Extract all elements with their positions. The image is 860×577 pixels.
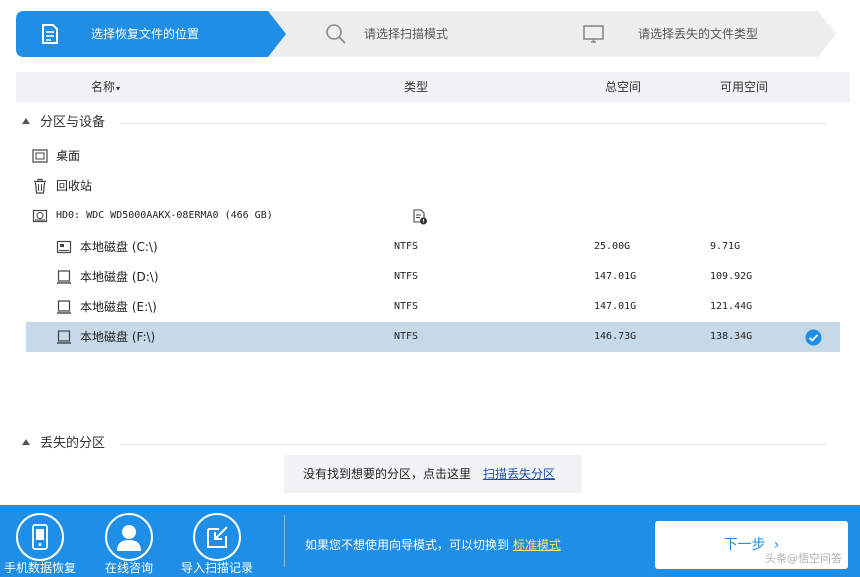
import-scan-record-button[interactable]: 导入扫描记录 <box>177 505 257 577</box>
next-label-text: 下一步 <box>723 537 766 553</box>
column-free[interactable]: 可用空间 <box>720 72 768 102</box>
section-title: 分区与设备 <box>40 115 106 130</box>
phone-icon-circle <box>16 513 64 561</box>
user-icon-circle <box>105 513 153 561</box>
step-2: 请选择扫描模式 <box>268 11 566 57</box>
button-label: 在线咨询 <box>104 561 153 575</box>
column-name[interactable]: 名称▾ <box>91 72 120 104</box>
sort-arrow-icon: ▾ <box>116 84 121 93</box>
recycle-bin-icon <box>34 178 46 194</box>
system-drive-icon <box>56 240 72 254</box>
partitions-section-header[interactable]: 分区与设备 <box>22 114 826 132</box>
collapse-triangle-icon <box>22 439 30 445</box>
bottom-divider <box>284 515 285 567</box>
drive-icon <box>57 330 71 344</box>
drive-type: NTFS <box>394 331 419 342</box>
drive-name: 本地磁盘 (F:\) <box>80 330 156 344</box>
table-header: 名称▾ 类型 总空间 可用空间 <box>16 72 850 102</box>
drive-type: NTFS <box>394 301 419 312</box>
table-row-drive-f-selected[interactable]: 本地磁盘 (F:\) NTFS 146.73G 138.34G <box>26 322 840 352</box>
user-icon <box>117 525 141 551</box>
column-name-label: 名称 <box>91 80 116 94</box>
import-icon <box>207 526 228 548</box>
drive-type: NTFS <box>394 241 419 252</box>
hint-text: 如果您不想使用向导模式，可以切换到 <box>305 538 510 552</box>
table-row-drive-d[interactable]: 本地磁盘 (D:\) NTFS 147.01G 109.92G <box>26 262 840 292</box>
phone-icon <box>32 524 48 550</box>
item-label: 回收站 <box>56 179 93 193</box>
wizard-stepper: 选择恢复文件的位置 请选择扫描模式 请选择丢失的文件类型 <box>16 11 836 57</box>
section-divider <box>120 123 826 124</box>
drive-name: 本地磁盘 (E:\) <box>80 300 157 314</box>
drive-icon <box>57 270 71 284</box>
import-icon-circle <box>193 513 241 561</box>
table-row-drive-e[interactable]: 本地磁盘 (E:\) NTFS 147.01G 121.44G <box>26 292 840 322</box>
document-icon <box>42 24 58 44</box>
desktop-icon <box>32 149 48 163</box>
button-label: 手机数据恢复 <box>3 561 76 575</box>
collapse-triangle-icon <box>22 118 30 124</box>
check-icon[interactable] <box>805 329 822 346</box>
table-row-drive-c[interactable]: 本地磁盘 (C:\) NTFS 25.00G 9.71G <box>26 232 840 262</box>
search-icon <box>326 24 346 44</box>
button-label: 导入扫描记录 <box>180 561 253 575</box>
phone-recovery-button[interactable]: 手机数据恢复 <box>0 505 80 577</box>
drive-free: 121.44G <box>710 301 753 312</box>
drive-total: 146.73G <box>594 331 637 342</box>
standard-mode-link[interactable]: 标准模式 <box>513 538 561 552</box>
step-1-label: 选择恢复文件的位置 <box>91 27 200 41</box>
drive-name: 本地磁盘 (C:\) <box>80 240 158 254</box>
drive-type: NTFS <box>394 271 419 282</box>
list-item-hard-disk[interactable]: HD0: WDC WD5000AAKX-08ERMA0 (466 GB) <box>32 206 432 226</box>
online-consult-button[interactable]: 在线咨询 <box>89 505 169 577</box>
lost-partitions-section-header[interactable]: 丢失的分区 <box>22 435 826 453</box>
drive-total: 147.01G <box>594 271 637 282</box>
drive-icon <box>57 300 71 314</box>
next-button[interactable]: 下一步 › 头条@悟空问答 <box>655 521 848 569</box>
disk-label: HD0: WDC WD5000AAKX-08ERMA0 (466 GB) <box>56 210 273 221</box>
step-2-label: 请选择扫描模式 <box>364 27 449 41</box>
drive-free: 138.34G <box>710 331 753 342</box>
section-divider <box>120 444 826 445</box>
column-total[interactable]: 总空间 <box>605 72 641 102</box>
section-title: 丢失的分区 <box>40 436 106 451</box>
lost-partition-prompt: 没有找到想要的分区，点击这里 扫描丢失分区 <box>284 455 582 493</box>
column-type[interactable]: 类型 <box>404 72 428 102</box>
item-label: 桌面 <box>56 149 81 163</box>
drive-total: 25.00G <box>594 241 631 252</box>
hard-disk-icon <box>32 209 48 223</box>
monitor-icon <box>583 25 604 43</box>
step-1: 选择恢复文件的位置 <box>16 11 290 57</box>
step-3: 请选择丢失的文件类型 <box>538 11 836 57</box>
watermark: 头条@悟空问答 <box>765 552 842 565</box>
scan-lost-partitions-link[interactable]: 扫描丢失分区 <box>483 455 555 493</box>
drive-free: 109.92G <box>710 271 753 282</box>
disk-info-icon[interactable] <box>412 209 428 225</box>
prompt-text: 没有找到想要的分区，点击这里 <box>303 467 472 481</box>
bottom-bar: 手机数据恢复 在线咨询 导入扫描记录 如果您不想使用向导模式，可以切换到 标准模… <box>0 505 860 577</box>
drive-total: 147.01G <box>594 301 637 312</box>
mode-switch-hint: 如果您不想使用向导模式，可以切换到 标准模式 <box>305 536 561 553</box>
step-3-label: 请选择丢失的文件类型 <box>638 27 759 41</box>
drive-name: 本地磁盘 (D:\) <box>80 270 159 284</box>
drive-free: 9.71G <box>710 241 741 252</box>
